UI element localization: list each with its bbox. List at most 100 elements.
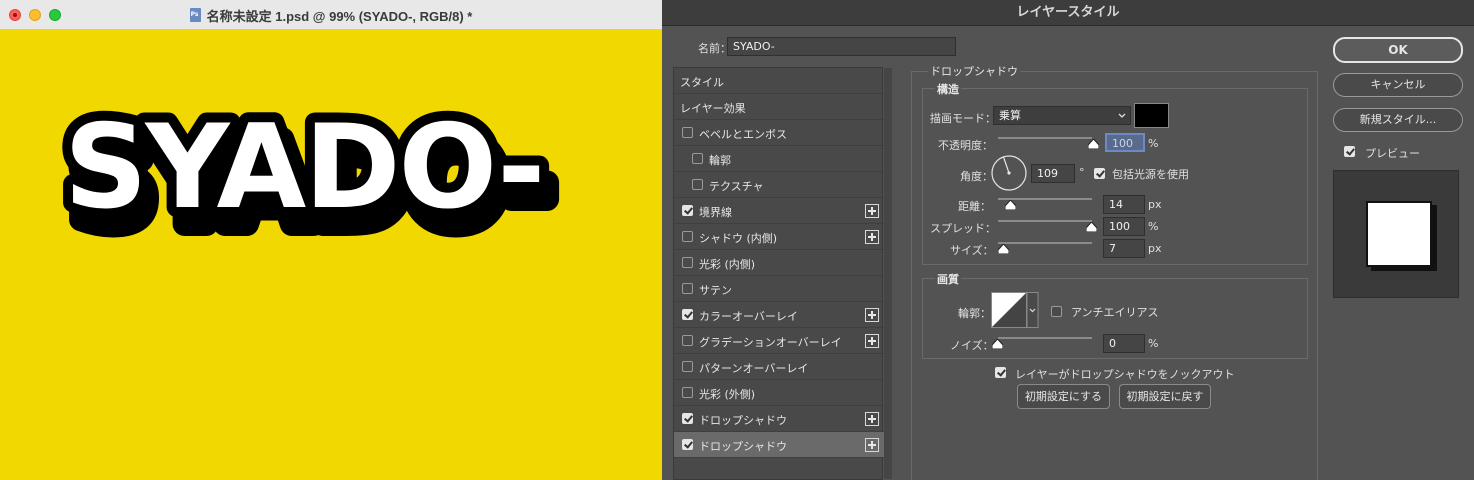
antialias-checkbox[interactable]: [1051, 306, 1062, 317]
global-light-label: 包括光源を使用: [1112, 168, 1189, 181]
styles-list-item[interactable]: スタイル: [674, 68, 884, 94]
document-window: 名称未設定 1.psd @ 99% (SYADO-, RGB/8) * SYAD…: [0, 0, 662, 480]
blend-mode-label: 描画モード：: [930, 112, 996, 125]
structure-title: 構造: [935, 81, 961, 97]
preview-label: プレビュー: [1365, 147, 1420, 160]
styles-list-item[interactable]: 輪郭: [674, 146, 884, 172]
styles-list-item[interactable]: シャドウ (内側): [674, 224, 884, 250]
preview-checkbox[interactable]: [1344, 146, 1355, 157]
styles-item-checkbox[interactable]: [682, 231, 693, 242]
styles-item-checkbox[interactable]: [682, 283, 693, 294]
styles-item-label: 光彩 (外側): [699, 388, 756, 401]
psd-file-icon: [189, 8, 201, 22]
noise-slider-thumb[interactable]: [992, 339, 1003, 349]
styles-item-label: ベベルとエンボス: [699, 128, 787, 141]
styles-item-label: ドロップシャドウ: [699, 414, 787, 427]
size-label: サイズ：: [950, 244, 994, 257]
styles-list-item[interactable]: ドロップシャドウ: [674, 406, 884, 432]
preview-swatch: [1366, 201, 1432, 267]
styles-item-checkbox[interactable]: [682, 387, 693, 398]
styles-list-item[interactable]: サテン: [674, 276, 884, 302]
style-preview: [1333, 170, 1459, 298]
spread-input[interactable]: 100: [1103, 217, 1145, 236]
name-field[interactable]: SYADO-: [727, 37, 956, 56]
add-effect-plus-icon[interactable]: [865, 334, 879, 348]
styles-list-scrollbar[interactable]: [884, 68, 892, 479]
styles-item-checkbox[interactable]: [682, 413, 693, 424]
styles-item-checkbox[interactable]: [682, 335, 693, 346]
angle-dial[interactable]: [990, 154, 1028, 192]
blend-mode-select[interactable]: 乗算: [993, 106, 1131, 125]
styles-list-item[interactable]: パターンオーバーレイ: [674, 354, 884, 380]
add-effect-plus-icon[interactable]: [865, 204, 879, 218]
spread-slider-thumb[interactable]: [1086, 222, 1097, 232]
document-title: 名称未設定 1.psd @ 99% (SYADO-, RGB/8) *: [206, 8, 473, 24]
styles-list-item[interactable]: テクスチャ: [674, 172, 884, 198]
layer-style-dialog: レイヤースタイル 名前： SYADO- スタイル レイヤー効果 ベベルとエンボス 輪郭…: [662, 0, 1474, 480]
noise-input[interactable]: 0: [1103, 334, 1145, 353]
angle-unit: °: [1079, 166, 1085, 179]
styles-item-checkbox[interactable]: [692, 179, 703, 190]
blend-mode-value: 乗算: [999, 109, 1021, 122]
global-light-checkbox[interactable]: [1094, 168, 1105, 179]
new-style-button[interactable]: 新規スタイル...: [1333, 108, 1463, 132]
opacity-slider-thumb[interactable]: [1088, 139, 1099, 149]
styles-item-checkbox[interactable]: [682, 127, 693, 138]
styles-item-label: 境界線: [699, 206, 732, 219]
styles-item-checkbox[interactable]: [692, 153, 703, 164]
styles-item-label: パターンオーバーレイ: [699, 362, 809, 375]
make-default-button[interactable]: 初期設定にする: [1017, 384, 1110, 409]
drop-shadow-section-title: ドロップシャドウ: [928, 63, 1020, 79]
styles-item-checkbox[interactable]: [682, 309, 693, 320]
add-effect-plus-icon[interactable]: [865, 412, 879, 426]
size-input[interactable]: 7: [1103, 239, 1145, 258]
styles-list-item[interactable]: 境界線: [674, 198, 884, 224]
distance-input[interactable]: 14: [1103, 195, 1145, 214]
noise-slider-track[interactable]: [998, 337, 1092, 339]
styles-list-item[interactable]: 光彩 (外側): [674, 380, 884, 406]
size-slider-track[interactable]: [998, 242, 1092, 244]
reset-default-button[interactable]: 初期設定に戻す: [1119, 384, 1211, 409]
styles-item-label: スタイル: [680, 76, 724, 89]
styles-item-label: サテン: [699, 284, 732, 297]
cancel-button[interactable]: キャンセル: [1333, 73, 1463, 97]
ok-button[interactable]: OK: [1333, 37, 1463, 63]
document-titlebar: 名称未設定 1.psd @ 99% (SYADO-, RGB/8) *: [0, 0, 662, 30]
shadow-color-swatch[interactable]: [1134, 103, 1169, 128]
distance-slider-thumb[interactable]: [1005, 200, 1016, 210]
styles-item-checkbox[interactable]: [682, 205, 693, 216]
opacity-slider-track[interactable]: [998, 137, 1092, 139]
contour-label: 輪郭：: [958, 307, 991, 320]
opacity-input[interactable]: 100: [1105, 133, 1145, 152]
styles-list-item[interactable]: ベベルとエンボス: [674, 120, 884, 146]
knockout-checkbox[interactable]: [995, 367, 1006, 378]
styles-list-item[interactable]: カラーオーバーレイ: [674, 302, 884, 328]
opacity-label: 不透明度：: [938, 139, 993, 152]
styles-item-label: グラデーションオーバーレイ: [699, 336, 842, 349]
chevron-down-icon: [1118, 113, 1126, 118]
knockout-label: レイヤーがドロップシャドウをノックアウト: [1015, 368, 1235, 381]
add-effect-plus-icon[interactable]: [865, 308, 879, 322]
size-slider-thumb[interactable]: [998, 244, 1009, 254]
styles-item-checkbox[interactable]: [682, 439, 693, 450]
contour-picker[interactable]: [991, 292, 1039, 329]
size-unit: px: [1148, 242, 1162, 255]
styles-list-item[interactable]: レイヤー効果: [674, 94, 884, 120]
styles-item-checkbox[interactable]: [682, 257, 693, 268]
styles-item-label: ドロップシャドウ: [699, 440, 787, 453]
document-canvas[interactable]: SYADO- SYADO- SYADO-: [0, 31, 662, 480]
styles-item-label: カラーオーバーレイ: [699, 310, 798, 323]
styles-list: スタイル レイヤー効果 ベベルとエンボス 輪郭 テクスチャ 境界線 シャドウ (内側) 光彩 …: [673, 67, 892, 480]
angle-input[interactable]: 109: [1031, 164, 1075, 183]
canvas-text: SYADO-: [64, 100, 543, 235]
noise-unit: %: [1148, 337, 1159, 350]
spread-slider-track[interactable]: [998, 220, 1092, 222]
distance-unit: px: [1148, 198, 1162, 211]
add-effect-plus-icon[interactable]: [865, 438, 879, 452]
distance-label: 距離：: [958, 200, 991, 213]
styles-list-item[interactable]: グラデーションオーバーレイ: [674, 328, 884, 354]
styles-list-item[interactable]: ドロップシャドウ: [674, 432, 884, 458]
styles-list-item[interactable]: 光彩 (内側): [674, 250, 884, 276]
add-effect-plus-icon[interactable]: [865, 230, 879, 244]
styles-item-checkbox[interactable]: [682, 361, 693, 372]
